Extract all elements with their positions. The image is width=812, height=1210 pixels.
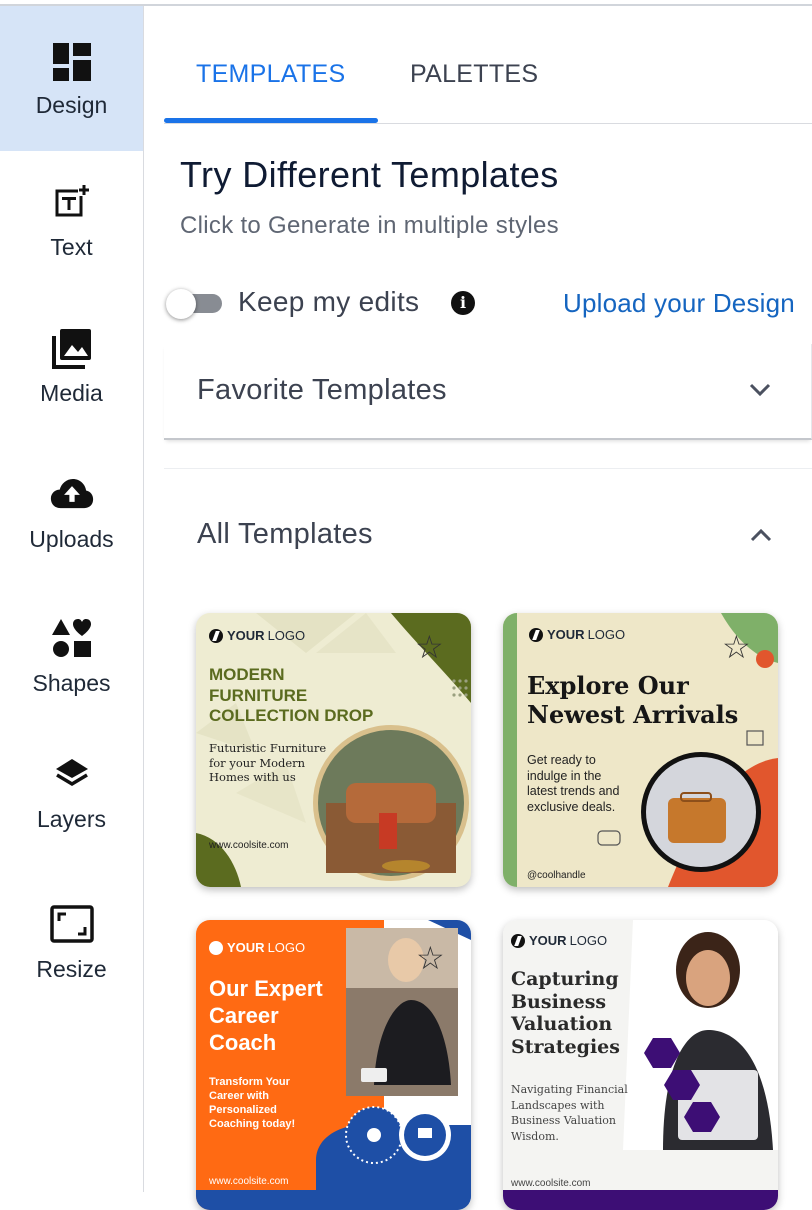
template-body: Futuristic Furniture for your Modern Homes… [209,741,327,784]
template-footer: www.coolsite.com [209,1176,289,1187]
template-card-newest-arrivals[interactable]: YOUR LOGO ☆ Explore Our Newest Arrivals Ge… [503,613,778,887]
upload-design-link[interactable]: Upload your Design [563,288,795,319]
template-footer: @coolhandle [527,870,586,881]
sidebar-item-media[interactable]: Media [0,326,143,407]
template-footer: www.coolsite.com [209,840,289,851]
template-card-career-coach[interactable]: YOUR LOGO ☆ Our Expert Career Coach Transfo… [196,920,471,1210]
template-logo: YOUR LOGO [529,627,625,642]
tab-templates[interactable]: TEMPLATES [196,60,346,89]
template-background-art [503,920,778,1210]
template-headline: MODERN FURNITURE COLLECTION DROP [209,665,374,725]
left-sidebar: Design Text Media Uploads Shapes Layers [0,6,144,1192]
info-icon[interactable]: i [451,291,475,315]
sidebar-item-label: Resize [36,956,107,982]
media-gallery-icon [50,326,94,370]
favorite-star-icon[interactable]: ☆ [416,942,445,974]
bolt-icon [511,933,525,948]
favorite-templates-accordion[interactable]: Favorite Templates [164,344,812,440]
sidebar-item-label: Text [50,234,93,260]
keep-edits-label: Keep my edits [238,286,420,317]
tab-palettes[interactable]: PALETTES [410,60,538,89]
keep-edits-toggle[interactable] [166,289,224,319]
panel-subtitle: Click to Generate in multiple styles [180,212,559,239]
favorite-star-icon[interactable]: ☆ [722,631,751,663]
cloud-upload-icon [50,472,94,516]
resize-icon [49,902,94,946]
template-card-modern-furniture[interactable]: YOUR LOGO ☆ MODERN FURNITURE COLLECTION DRO… [196,613,471,887]
layers-icon [50,752,94,796]
favorite-star-icon[interactable]: ☆ [415,631,444,663]
template-body: Transform Your Career with Personalized Coa… [209,1076,296,1130]
active-tab-indicator [164,118,378,123]
design-grid-icon [50,40,94,84]
sidebar-item-label: Media [40,380,103,406]
sidebar-item-resize[interactable]: Resize [0,902,143,983]
sidebar-item-label: Shapes [32,670,111,696]
chevron-up-icon [750,528,772,542]
template-logo: YOUR LOGO [511,933,607,948]
sidebar-item-shapes[interactable]: Shapes [0,616,143,697]
template-footer: www.coolsite.com [511,1178,591,1189]
template-headline: Explore Our Newest Arrivals [527,671,739,729]
template-headline: Our Expert Career Coach [209,976,323,1055]
bolt-icon [209,940,223,955]
sidebar-item-label: Design [35,92,108,118]
tab-bar: TEMPLATES PALETTES [164,6,812,124]
template-body: Navigating Financial Landscapes with Busin… [511,1083,628,1143]
sidebar-item-design[interactable]: Design [0,6,143,151]
text-add-icon [50,180,94,224]
template-card-business-valuation[interactable]: YOUR LOGO Capturing Business Valuation Strat… [503,920,778,1210]
bolt-icon [209,628,223,643]
templates-panel: TEMPLATES PALETTES Try Different Templat… [144,6,812,1210]
template-body: Get ready to indulge in the latest trends … [527,753,620,814]
template-logo: YOUR LOGO [209,940,305,955]
chevron-down-icon [749,383,771,397]
bolt-icon [529,627,543,642]
accordion-title: All Templates [197,518,373,550]
toggle-knob [166,289,196,319]
panel-title: Try Different Templates [180,154,559,195]
sidebar-item-layers[interactable]: Layers [0,752,143,833]
sidebar-item-uploads[interactable]: Uploads [0,472,143,553]
template-headline: Capturing Business Valuation Strategies [511,968,620,1058]
sidebar-item-text[interactable]: Text [0,180,143,261]
sidebar-item-label: Uploads [29,526,114,552]
all-templates-accordion[interactable]: All Templates [164,468,812,596]
shapes-icon [50,616,94,660]
sidebar-item-label: Layers [36,806,107,832]
template-logo: YOUR LOGO [209,628,305,643]
accordion-title: Favorite Templates [197,374,447,406]
